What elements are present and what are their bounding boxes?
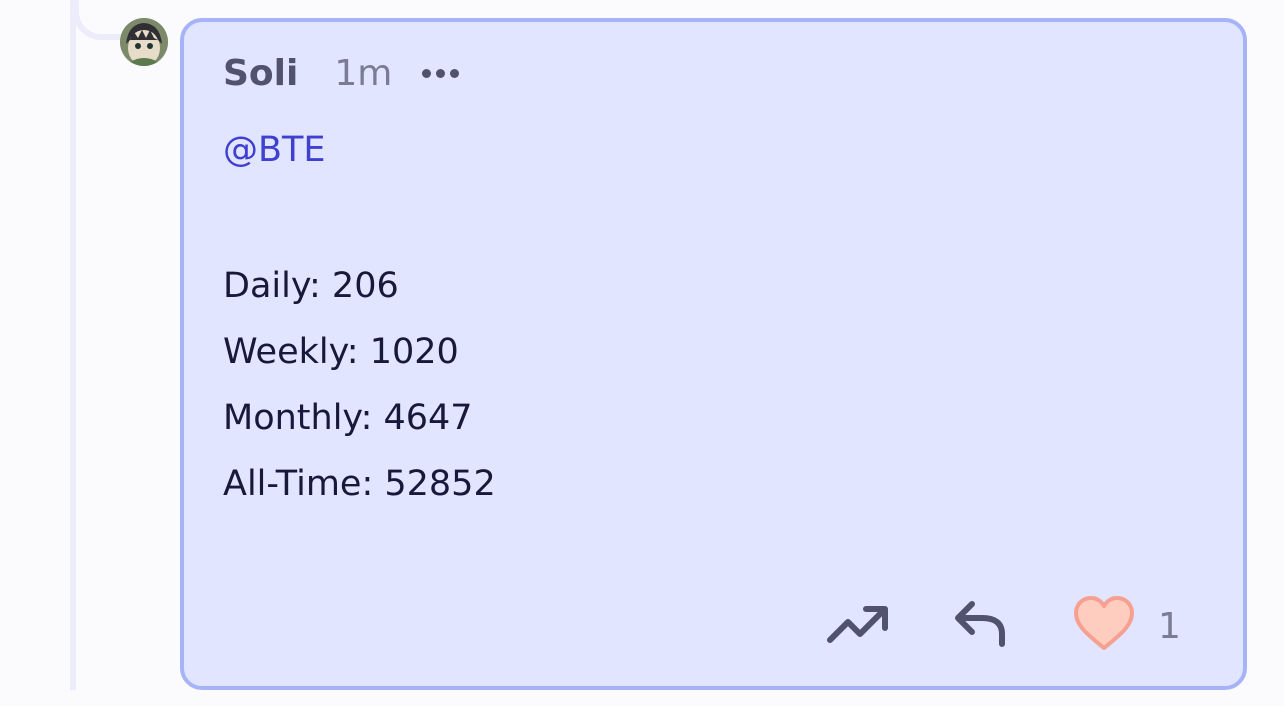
- more-dot: [450, 68, 460, 78]
- stat-all-time: All-Time: 52852: [223, 464, 496, 504]
- comment-timestamp[interactable]: 1m: [334, 53, 392, 94]
- author-name[interactable]: Soli: [223, 53, 298, 94]
- comment-card: Soli 1m @BTE Daily: 206 Weekly: 1020 Mon…: [180, 18, 1247, 690]
- reply-button[interactable]: [952, 600, 1008, 654]
- comment-header: Soli 1m: [223, 50, 460, 96]
- heart-icon: [1074, 596, 1134, 650]
- like-button[interactable]: [1072, 594, 1136, 658]
- more-horizontal-icon: [422, 68, 432, 78]
- stat-weekly: Weekly: 1020: [223, 332, 459, 372]
- avatar-image: [120, 18, 168, 66]
- more-dot: [436, 68, 446, 78]
- reply-icon: [955, 601, 1005, 647]
- avatar[interactable]: [120, 18, 168, 66]
- more-options-button[interactable]: [422, 58, 460, 88]
- boost-button[interactable]: [826, 602, 890, 650]
- comment-actions: 1: [184, 592, 1243, 672]
- thread-line: [70, 0, 76, 690]
- comment-body: @BTE Daily: 206 Weekly: 1020 Monthly: 46…: [223, 122, 496, 517]
- like-count: 1: [1158, 606, 1181, 647]
- stat-daily: Daily: 206: [223, 266, 399, 306]
- mention-link[interactable]: @BTE: [223, 122, 496, 178]
- trending-up-icon: [827, 606, 888, 643]
- stat-monthly: Monthly: 4647: [223, 398, 473, 438]
